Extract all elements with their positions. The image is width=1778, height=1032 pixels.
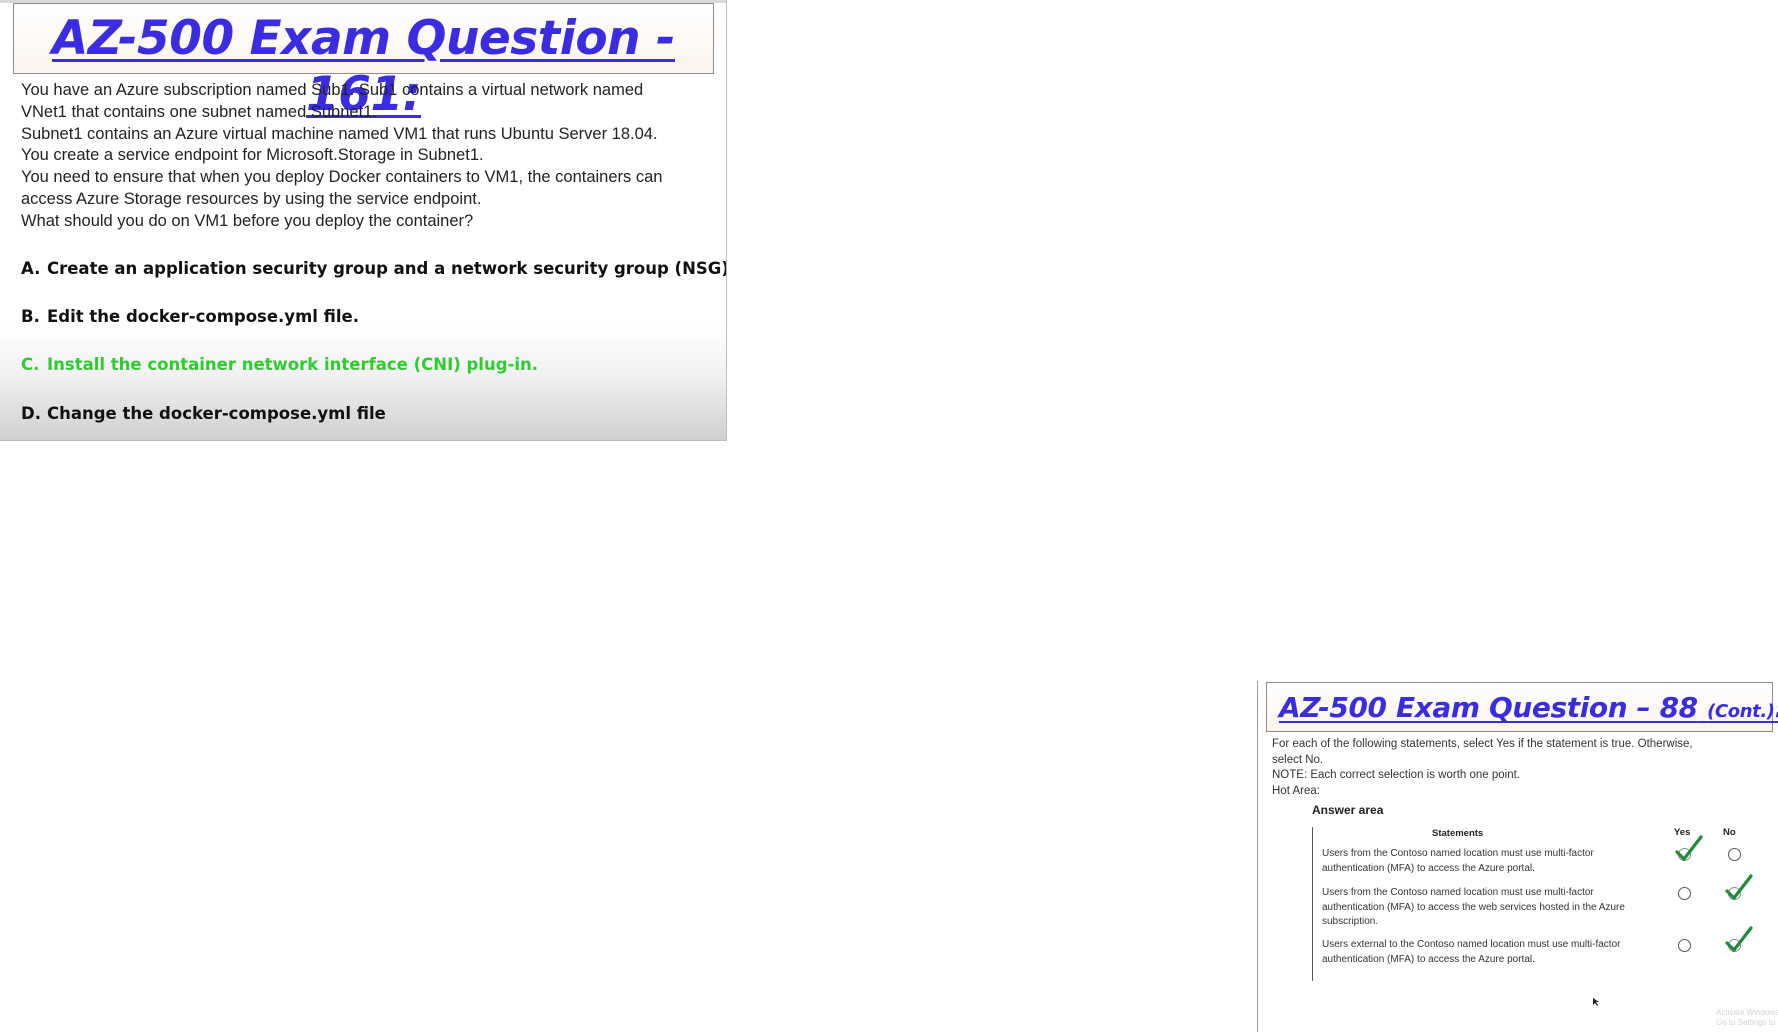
watermark-line: Activate Windows: [1716, 1008, 1778, 1017]
no-header: No: [1723, 827, 1736, 838]
radio-circle-icon[interactable]: [1678, 939, 1691, 952]
question-line: access Azure Storage resources by using …: [21, 189, 482, 208]
question-line: Subnet1 contains an Azure virtual machin…: [21, 124, 658, 143]
green-check-icon[interactable]: [1674, 834, 1704, 862]
exam-question-88-slide: AZ-500 Exam Question – 88 (Cont.): For e…: [1257, 681, 1778, 1032]
instruction-line: NOTE: Each correct selection is worth on…: [1272, 769, 1520, 781]
title-banner: AZ-500 Exam Question - 161:: [13, 3, 714, 122]
option-letter: D.: [21, 404, 41, 423]
option-letter: B.: [21, 307, 40, 326]
option-text: Create an application security group and…: [47, 259, 727, 278]
table-left-rule: [1312, 827, 1313, 981]
option-letter: A.: [21, 259, 41, 278]
activation-watermark: Activate Windows Go to Settings to activ…: [1716, 1008, 1778, 1028]
option-a: A. Create an application security group a…: [21, 259, 727, 278]
instruction-line: For each of the following statements, se…: [1272, 738, 1693, 750]
statement-line: Users from the Contoso named location mu…: [1322, 848, 1594, 859]
statement-line: Users from the Contoso named location mu…: [1322, 887, 1594, 898]
option-b: B. Edit the docker-compose.yml file.: [21, 307, 359, 326]
statement-row-1: Users from the Contoso named location mu…: [1322, 847, 1662, 876]
instruction-line: Hot Area:: [1272, 784, 1320, 797]
question-text: You have an Azure subscription named Sub…: [21, 80, 721, 233]
statement-line: subscription.: [1322, 916, 1379, 927]
option-text: Install the container network interface …: [47, 355, 539, 374]
option-c-correct: C. Install the container network interfac…: [21, 355, 538, 374]
question-line: VNet1 that contains one subnet named Sub…: [21, 102, 377, 121]
statement-row-3: Users external to the Contoso named loca…: [1322, 938, 1662, 967]
option-letter: C.: [21, 355, 40, 374]
green-check-icon[interactable]: [1724, 925, 1754, 953]
radio-circle-icon[interactable]: [1728, 848, 1741, 861]
hot-area-table: Statements Yes No Users from the Contoso…: [1312, 827, 1758, 982]
option-d: D. Change the docker-compose.yml file: [21, 404, 386, 423]
statement-line: authentication (MFA) to access the web s…: [1322, 901, 1625, 913]
option-text: Edit the docker-compose.yml file.: [47, 307, 360, 326]
question-title: AZ-500 Exam Question – 88 (Cont.):: [1279, 691, 1778, 729]
mouse-cursor-icon: [1593, 998, 1599, 1006]
question-line: You need to ensure that when you deploy …: [21, 168, 663, 187]
statement-row-2: Users from the Contoso named location mu…: [1322, 886, 1662, 930]
question-line: You create a service endpoint for Micros…: [21, 146, 484, 165]
instructions: For each of the following statements, se…: [1272, 737, 1772, 799]
watermark-line: Go to Settings to activate Windows.: [1716, 1018, 1778, 1027]
question-line: You have an Azure subscription named Sub…: [21, 81, 644, 99]
statement-line: authentication (MFA) to access the Azure…: [1322, 862, 1535, 874]
title-colon: :: [1775, 691, 1778, 724]
statement-line: Users external to the Contoso named loca…: [1322, 939, 1621, 950]
exam-question-161-slide: AZ-500 Exam Question - 161: You have an …: [0, 0, 727, 441]
question-line: What should you do on VM1 before you dep…: [21, 211, 474, 230]
radio-circle-icon[interactable]: [1678, 887, 1691, 900]
answer-area-label: Answer area: [1312, 803, 1384, 817]
instruction-line: select No.: [1272, 753, 1324, 766]
title-main: AZ-500 Exam Question – 88: [1279, 691, 1698, 724]
option-text: Change the docker-compose.yml file: [47, 404, 386, 423]
title-cont: (Cont.): [1707, 701, 1775, 722]
statements-header: Statements: [1432, 828, 1484, 839]
title-banner: AZ-500 Exam Question – 88 (Cont.):: [1266, 682, 1778, 732]
green-check-icon[interactable]: [1724, 873, 1754, 901]
statement-line: authentication (MFA) to access the Azure…: [1322, 953, 1535, 965]
